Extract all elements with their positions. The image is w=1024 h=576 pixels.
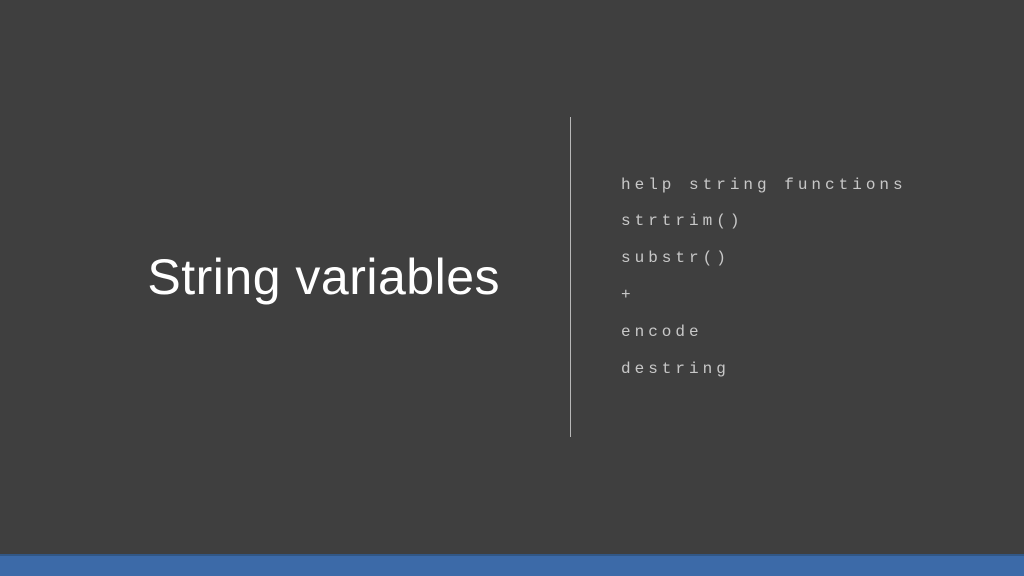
list-item: help string functions (621, 167, 907, 204)
list-item: + (621, 277, 907, 314)
slide-title: String variables (147, 248, 500, 306)
list-item: encode (621, 314, 907, 351)
list-item: destring (621, 351, 907, 388)
title-pane: String variables (0, 0, 570, 554)
list-item: substr() (621, 240, 907, 277)
slide-content: String variables help string functions s… (0, 0, 1024, 554)
code-list: help string functions strtrim() substr()… (621, 167, 907, 388)
content-pane: help string functions strtrim() substr()… (571, 0, 1024, 554)
list-item: strtrim() (621, 203, 907, 240)
bottom-accent-bar (0, 554, 1024, 576)
